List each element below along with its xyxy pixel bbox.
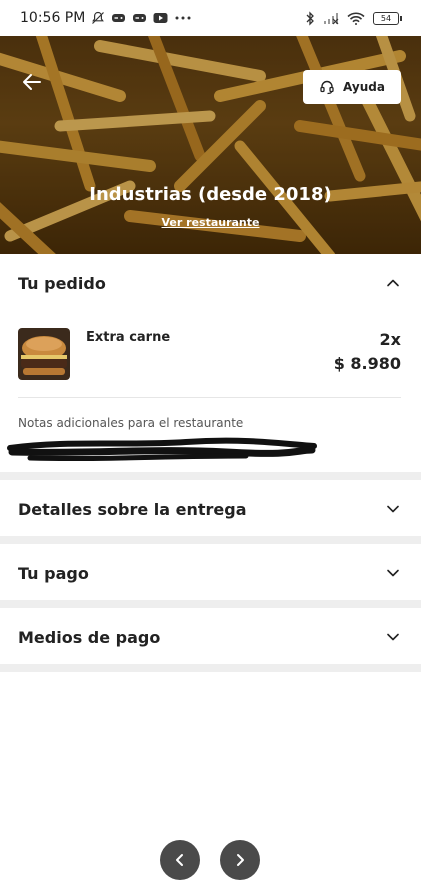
help-button-label: Ayuda bbox=[343, 80, 385, 94]
previous-button[interactable] bbox=[160, 840, 200, 880]
help-button[interactable]: Ayuda bbox=[303, 70, 401, 104]
section-title: Tu pago bbox=[18, 563, 89, 583]
next-button[interactable] bbox=[220, 840, 260, 880]
chevron-down-icon[interactable] bbox=[385, 629, 401, 645]
more-dots-icon bbox=[175, 16, 191, 20]
chevron-right-icon bbox=[237, 854, 244, 866]
payment-methods-section[interactable]: Medios de pago bbox=[0, 608, 421, 666]
item-quantity: 2x bbox=[379, 330, 401, 349]
payment-section[interactable]: Tu pago bbox=[0, 544, 421, 602]
status-time: 10:56 PM bbox=[20, 10, 86, 26]
order-section-header[interactable]: Tu pedido bbox=[0, 254, 421, 312]
bell-off-icon bbox=[92, 11, 105, 24]
section-title: Detalles sobre la entrega bbox=[18, 499, 247, 519]
section-separator bbox=[0, 472, 421, 480]
arrow-left-icon[interactable] bbox=[18, 68, 46, 96]
youtube-icon bbox=[153, 13, 168, 23]
section-separator bbox=[0, 536, 421, 544]
delivery-details-section[interactable]: Detalles sobre la entrega bbox=[0, 480, 421, 538]
status-bar: 10:56 PM 54 bbox=[0, 0, 421, 36]
game-controller-icon bbox=[112, 14, 126, 22]
item-name: Extra carne bbox=[86, 330, 171, 345]
battery-level: 54 bbox=[380, 13, 392, 23]
game-controller-icon bbox=[133, 14, 147, 22]
restaurant-name: Industrias (desde 2018) bbox=[89, 184, 332, 205]
section-title: Medios de pago bbox=[18, 627, 161, 647]
section-separator bbox=[0, 600, 421, 608]
redacted-scribble bbox=[7, 437, 317, 462]
signal-off-icon bbox=[324, 12, 339, 24]
chevron-up-icon[interactable] bbox=[385, 275, 401, 291]
headset-icon bbox=[320, 80, 334, 95]
order-details: Extra carne 2x $ 8.980 Notas adicionales… bbox=[0, 312, 421, 472]
wifi-icon bbox=[347, 12, 365, 25]
view-restaurant-link[interactable]: Ver restaurante bbox=[0, 216, 421, 229]
battery-indicator: 54 bbox=[373, 11, 402, 25]
bluetooth-icon bbox=[306, 10, 314, 26]
order-section-title: Tu pedido bbox=[18, 273, 106, 293]
chevron-left-icon bbox=[176, 854, 183, 866]
notes-label: Notas adicionales para el restaurante bbox=[18, 416, 244, 430]
divider bbox=[18, 397, 401, 398]
restaurant-hero: Ayuda Industrias (desde 2018) Ver restau… bbox=[0, 36, 421, 254]
section-separator bbox=[0, 664, 421, 672]
chevron-down-icon[interactable] bbox=[385, 501, 401, 517]
burger-image bbox=[18, 328, 70, 380]
item-price: $ 8.980 bbox=[333, 354, 401, 373]
chevron-down-icon[interactable] bbox=[385, 565, 401, 581]
